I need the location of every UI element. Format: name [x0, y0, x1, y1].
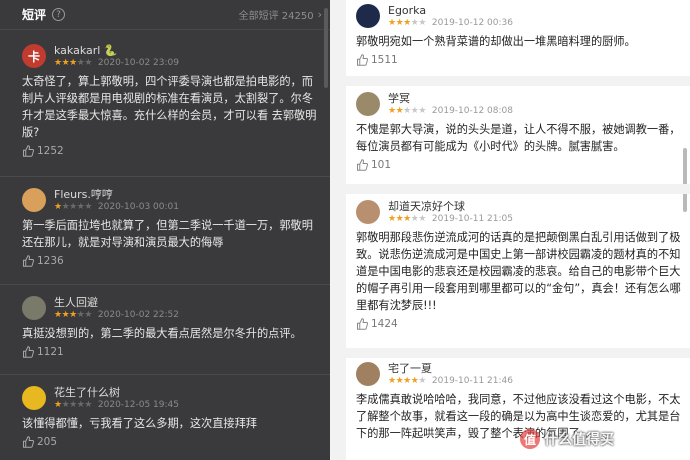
like-button[interactable]: 1121: [22, 346, 322, 358]
comment-item: 却道天凉好个球 ★★★★★ 2019-10-11 21:05 郭敬明那段悲伤逆流…: [356, 200, 686, 330]
rating-stars: ★★★★★: [388, 214, 426, 224]
username[interactable]: 花生了什么树: [54, 386, 179, 399]
right-comments-panel: Egorka ★★★★★ 2019-10-12 00:36 郭敬明宛如一个熟背菜…: [346, 0, 690, 460]
avatar[interactable]: [22, 188, 46, 212]
chevron-right-icon[interactable]: ›: [318, 8, 322, 21]
rating-stars: ★★★★★: [388, 106, 426, 116]
thumbs-up-icon: [23, 255, 34, 267]
divider: [346, 348, 690, 358]
comment-text: 第一季后面拉垮也就算了，但第二季说一千道一万，郭敬明还在那儿，就是对导演和演员最…: [22, 219, 313, 249]
all-comments-link[interactable]: 全部短评 24250: [239, 7, 314, 22]
rating-stars: ★★★★★: [388, 376, 426, 386]
divider: [346, 184, 690, 194]
avatar[interactable]: [356, 92, 380, 116]
thumbs-up-icon: [357, 159, 368, 171]
comment-text: 郭敬明那段悲伤逆流成河的话真的是把颠倒黑白乱引用话做到了极致。说悲伤逆流成河是中…: [356, 231, 681, 312]
avatar[interactable]: [356, 4, 380, 28]
thumbs-up-icon: [357, 318, 368, 330]
comment-item: 生人回避 ★★★★★ 2020-10-02 22:52 真挺没想到的，第二季的最…: [22, 296, 322, 358]
rating-stars: ★★★★★: [54, 58, 92, 68]
section-title: 短评: [22, 8, 47, 22]
comment-item: 学冥 ★★★★★ 2019-10-12 08:08 不愧是郭大导演，说的头头是道…: [356, 92, 686, 171]
comment-date: 2019-10-12 08:08: [431, 106, 513, 116]
like-count: 1121: [37, 346, 64, 358]
rating-stars: ★★★★★: [54, 202, 92, 212]
comment-text: 不愧是郭大导演，说的头头是道，让人不得不服，被她调教一番，每位演员都有可能成为《…: [356, 123, 681, 153]
avatar[interactable]: [356, 362, 380, 386]
like-count: 205: [37, 436, 58, 448]
rating-stars: ★★★★★: [54, 310, 92, 320]
avatar[interactable]: [22, 296, 46, 320]
divider: [0, 176, 330, 177]
username[interactable]: Egorka: [388, 4, 513, 17]
comment-date: 2019-10-11 21:05: [431, 214, 513, 224]
left-header: 短评 ? 全部短评 24250 ›: [0, 0, 330, 30]
divider: [346, 76, 690, 86]
comment-date: 2019-10-11 21:46: [431, 376, 513, 386]
thumbs-up-icon: [23, 346, 34, 358]
thumbs-up-icon: [23, 436, 34, 448]
comment-date: 2020-10-03 00:01: [97, 202, 179, 212]
like-button[interactable]: 1511: [356, 54, 686, 66]
scrollbar[interactable]: [324, 8, 328, 88]
comment-date: 2020-10-02 23:09: [97, 58, 179, 68]
username[interactable]: 生人回避: [54, 296, 179, 309]
comment-item: 花生了什么树 ★★★★★ 2020-12-05 19:45 该懂得都懂，亏我看了…: [22, 386, 322, 448]
thumbs-up-icon: [357, 54, 368, 66]
question-circle-icon[interactable]: ?: [52, 8, 66, 21]
comment-date: 2020-10-02 22:52: [97, 310, 179, 320]
comment-date: 2019-10-12 00:36: [431, 18, 513, 28]
username[interactable]: Fleurs.哼哼: [54, 188, 179, 201]
rating-stars: ★★★★★: [54, 400, 92, 410]
comment-text: 郭敬明宛如一个熟背菜谱的却做出一堆黑暗料理的厨师。: [356, 35, 636, 48]
comment-text: 真挺没想到的，第二季的最大看点居然是尔冬升的点评。: [22, 327, 302, 340]
like-button[interactable]: 101: [356, 159, 686, 171]
panel-gap: [330, 0, 346, 460]
like-count: 1511: [371, 54, 398, 66]
like-count: 101: [371, 159, 392, 171]
watermark-logo-icon: 值: [520, 429, 540, 449]
left-comments-panel: 短评 ? 全部短评 24250 › 卡 kakakarl 🐍 ★★★★★ 202…: [0, 0, 330, 460]
like-count: 1252: [37, 145, 64, 157]
like-count: 1236: [37, 255, 64, 267]
comment-item: Fleurs.哼哼 ★★★★★ 2020-10-03 00:01 第一季后面拉垮…: [22, 188, 322, 267]
divider: [0, 284, 330, 285]
rating-stars: ★★★★★: [388, 18, 426, 28]
like-button[interactable]: 1252: [22, 145, 322, 157]
divider: [0, 374, 330, 375]
watermark: 值 什么值得买: [520, 426, 690, 452]
like-button[interactable]: 205: [22, 436, 322, 448]
avatar[interactable]: 卡: [22, 44, 46, 68]
username[interactable]: 学冥: [388, 92, 513, 105]
avatar[interactable]: [356, 200, 380, 224]
like-button[interactable]: 1424: [356, 318, 686, 330]
username[interactable]: kakakarl 🐍: [54, 44, 179, 57]
username[interactable]: 却道天凉好个球: [388, 200, 513, 213]
comment-text: 该懂得都懂，亏我看了这么多期，这次直接拜拜: [22, 417, 257, 430]
comment-item: Egorka ★★★★★ 2019-10-12 00:36 郭敬明宛如一个熟背菜…: [356, 4, 686, 66]
avatar[interactable]: [22, 386, 46, 410]
comment-item: 卡 kakakarl 🐍 ★★★★★ 2020-10-02 23:09 太奇怪了…: [22, 44, 322, 157]
username[interactable]: 宅了一夏: [388, 362, 513, 375]
watermark-text: 什么值得买: [544, 432, 614, 448]
comment-text: 太奇怪了，算上郭敬明，四个评委导演也都是拍电影的，而制片人评级都是用电视剧的标准…: [22, 75, 317, 139]
like-button[interactable]: 1236: [22, 255, 322, 267]
like-count: 1424: [371, 318, 398, 330]
thumbs-up-icon: [23, 145, 34, 157]
comment-date: 2020-12-05 19:45: [97, 400, 179, 410]
